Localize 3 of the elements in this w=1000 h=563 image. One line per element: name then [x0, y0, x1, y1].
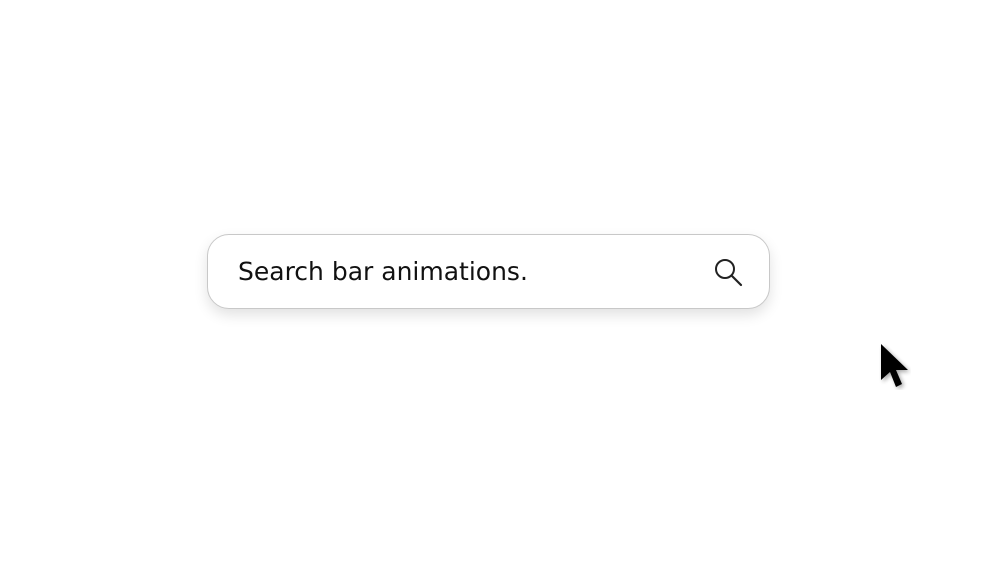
search-input[interactable]: Search bar animations.	[238, 257, 701, 286]
search-field[interactable]: Search bar animations.	[207, 234, 770, 309]
search-icon[interactable]	[713, 256, 743, 286]
